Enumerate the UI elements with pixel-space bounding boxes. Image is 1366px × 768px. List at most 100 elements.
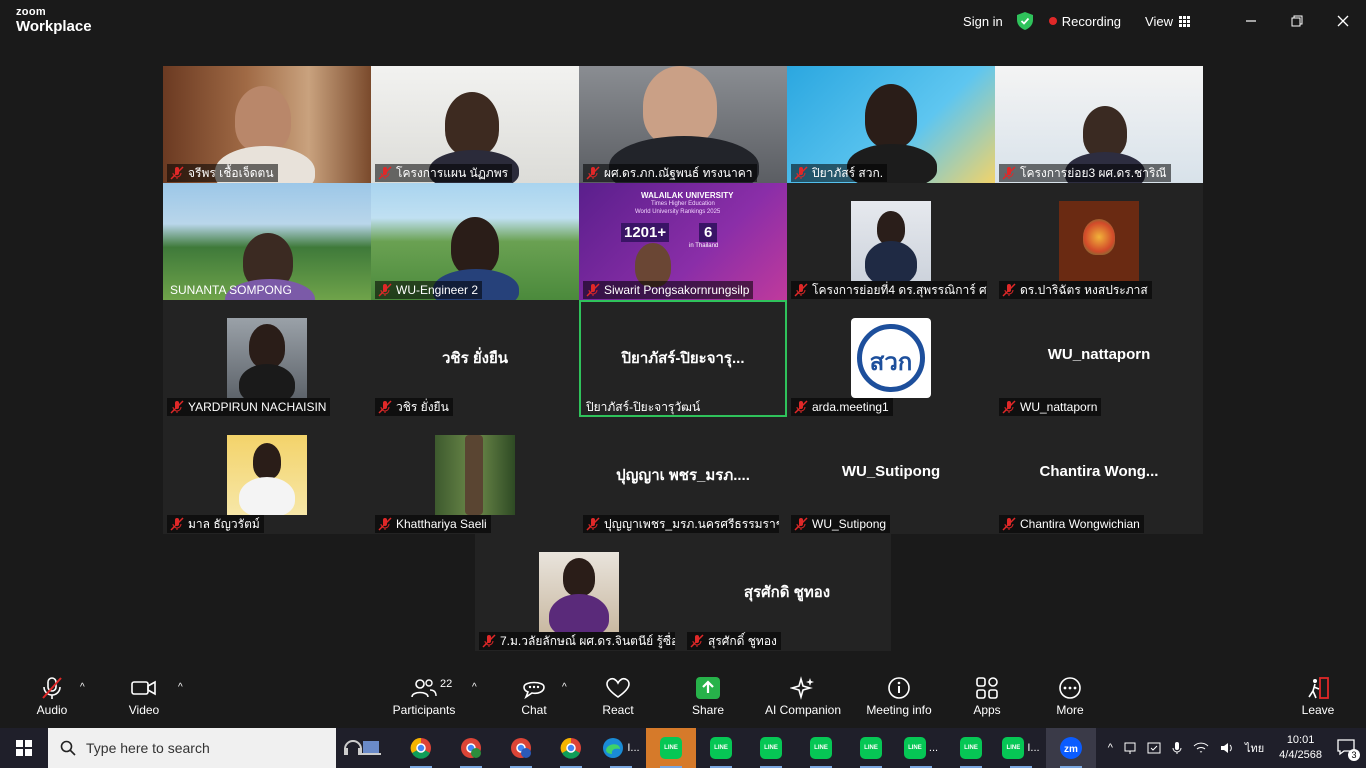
taskbar-line-3[interactable]: LINE xyxy=(746,728,796,768)
participant-tile[interactable]: 7.ม.วลัยลักษณ์ ผศ.ดร.จินตนีย์ รู้ซื่อ xyxy=(475,534,683,651)
taskbar-line-8-label: I... xyxy=(1027,742,1040,754)
notification-center[interactable]: 3 xyxy=(1336,738,1360,761)
mic-muted-icon xyxy=(794,166,808,180)
clock-time: 10:01 xyxy=(1286,734,1315,746)
participant-nameplate: จรีพร เชื้อเจ็ดตน xyxy=(167,164,278,182)
close-button[interactable] xyxy=(1320,0,1366,42)
participant-tile[interactable]: WU_Sutipong WU_Sutipong xyxy=(787,417,995,534)
taskbar-line-5[interactable]: LINE xyxy=(846,728,896,768)
react-button[interactable]: React xyxy=(578,676,658,717)
tray-mic-icon[interactable] xyxy=(1171,741,1183,755)
taskbar-line-8[interactable]: LINE I... xyxy=(996,728,1046,768)
ai-companion-label: AI Companion xyxy=(764,703,842,717)
line-app-icon: LINE xyxy=(860,737,882,759)
participants-button[interactable]: 22 Participants xyxy=(384,676,464,717)
taskbar-chrome[interactable] xyxy=(396,728,446,768)
participant-tile[interactable]: ผศ.ดร.ภก.ณัฐพนธ์ ทรงนาคา xyxy=(579,66,787,183)
minimize-button[interactable] xyxy=(1228,0,1274,42)
view-button[interactable]: View xyxy=(1145,14,1190,29)
chat-options-caret[interactable]: ^ xyxy=(562,682,567,693)
audio-options-caret[interactable]: ^ xyxy=(80,682,85,693)
grid-icon xyxy=(1179,15,1190,27)
mic-muted-icon xyxy=(794,517,808,531)
taskbar-line-6[interactable]: LINE... xyxy=(896,728,946,768)
participant-tile[interactable]: Khatthariya Saeli xyxy=(371,417,579,534)
taskbar-line-7[interactable]: LINE xyxy=(946,728,996,768)
tray-security-icon[interactable] xyxy=(1147,741,1161,755)
tray-chevron-up-icon[interactable]: ^ xyxy=(1108,742,1113,754)
participant-nameplate: Khatthariya Saeli xyxy=(375,515,491,533)
leave-label: Leave xyxy=(1301,703,1335,717)
start-button[interactable] xyxy=(0,728,48,768)
mic-muted-icon xyxy=(378,400,392,414)
participant-tile[interactable]: WU-Engineer 2 xyxy=(371,183,579,300)
participant-nameplate: มาล ธัญวรัตม์ xyxy=(167,515,264,533)
taskbar-zoom[interactable]: zm xyxy=(1046,728,1096,768)
meeting-info-button[interactable]: Meeting info xyxy=(859,676,939,717)
participant-tile[interactable]: YARDPIRUN NACHAISIN xyxy=(163,300,371,417)
leave-button[interactable]: Leave xyxy=(1278,676,1358,717)
taskbar-clock[interactable]: 10:01 4/4/2568 xyxy=(1279,733,1322,763)
more-button[interactable]: More xyxy=(1030,676,1110,717)
tray-language[interactable]: ไทย xyxy=(1245,739,1264,757)
participant-tile[interactable]: ปิยาภัสร์ สวก. xyxy=(787,66,995,183)
participant-tile[interactable]: WU_nattaporn WU_nattaporn xyxy=(995,300,1203,417)
taskbar-line-1[interactable]: LINE xyxy=(646,728,696,768)
participant-tile[interactable]: โครงการแผน นัฏภพร xyxy=(371,66,579,183)
taskbar-chrome-profile-rd[interactable] xyxy=(446,728,496,768)
line-app-icon: LINE xyxy=(1002,737,1025,759)
participant-tile[interactable]: โครงการย่อย3 ผศ.ดร.ชาริณี xyxy=(995,66,1203,183)
participant-name: Khatthariya Saeli xyxy=(396,517,487,531)
participant-name: WU-Engineer 2 xyxy=(396,283,479,297)
mic-muted-icon xyxy=(378,517,392,531)
participant-tile[interactable]: SUNANTA SOMPONG xyxy=(163,183,371,300)
mic-muted-icon xyxy=(1002,400,1016,414)
participant-tile[interactable]: Chantira Wong... Chantira Wongwichian xyxy=(995,417,1203,534)
profile-picture xyxy=(851,201,931,281)
logo-line1: zoom xyxy=(16,6,46,18)
tray-volume-icon[interactable] xyxy=(1219,741,1235,755)
participant-tile[interactable]: WALAILAK UNIVERSITY Times Higher Educati… xyxy=(579,183,787,300)
restore-button[interactable] xyxy=(1274,0,1320,42)
tray-network-device-icon[interactable] xyxy=(1123,741,1137,755)
participant-name: วชิร ยั่งยืน xyxy=(396,399,449,414)
participant-tile[interactable]: ปุญญาเ พชร_มรภ.... ปุญญาเพชร_มรภ.นครศรีธ… xyxy=(579,417,787,534)
participant-tile[interactable]: จรีพร เชื้อเจ็ดตน xyxy=(163,66,371,183)
taskbar-line-4[interactable]: LINE xyxy=(796,728,846,768)
apps-button[interactable]: Apps xyxy=(947,676,1027,717)
encryption-shield-icon[interactable] xyxy=(1016,12,1033,30)
participant-tile[interactable]: วชิร ยั่งยืน วชิร ยั่งยืน xyxy=(371,300,579,417)
recording-indicator[interactable]: Recording xyxy=(1048,14,1121,29)
participant-tile[interactable]: มาล ธัญวรัตม์ xyxy=(163,417,371,534)
participants-icon xyxy=(411,679,437,698)
tray-wifi-icon[interactable] xyxy=(1193,741,1209,755)
participant-tile[interactable]: สุรศักดิ ชูทอง สุรศักดิ์ ชูทอง xyxy=(683,534,891,651)
mic-muted-icon xyxy=(170,517,184,531)
taskbar-search[interactable]: Type here to search xyxy=(48,728,336,768)
restore-icon xyxy=(1291,15,1303,27)
line-app-icon: LINE xyxy=(903,737,926,759)
signin-link[interactable]: Sign in xyxy=(963,14,1003,29)
participant-name: WU_Sutipong xyxy=(812,517,887,531)
participant-tile[interactable]: สวก arda.meeting1 xyxy=(787,300,995,417)
banner-line1: WALAILAK UNIVERSITY xyxy=(641,191,734,200)
participant-nameplate: Chantira Wongwichian xyxy=(999,515,1144,533)
video-button[interactable]: Video xyxy=(104,676,184,717)
participant-tile[interactable]: โครงการย่อยที่4 ดร.สุพรรณิการ์ ศร... xyxy=(787,183,995,300)
taskbar-line-2[interactable]: LINE xyxy=(696,728,746,768)
ai-companion-button[interactable]: AI Companion xyxy=(758,676,848,717)
participants-options-caret[interactable]: ^ xyxy=(472,682,477,693)
taskbar-chrome-2[interactable] xyxy=(546,728,596,768)
share-button[interactable]: Share xyxy=(668,676,748,717)
taskbar-app-meet-now[interactable] xyxy=(338,728,388,768)
taskbar-chrome-profile-t[interactable] xyxy=(496,728,546,768)
mic-muted-icon xyxy=(794,283,808,297)
video-camera-icon xyxy=(131,680,156,696)
participant-tile[interactable]: ดร.ปาริฉัตร หงสประภาส xyxy=(995,183,1203,300)
video-options-caret[interactable]: ^ xyxy=(178,682,183,693)
system-tray: ^ ไทย 10:01 4/4/2568 3 xyxy=(1103,728,1366,768)
avatar-figure xyxy=(877,211,905,245)
participant-name: ผศ.ดร.ภก.ณัฐพนธ์ ทรงนาคา xyxy=(604,165,753,180)
active-speaker-tile[interactable]: ปิยาภัสร์-ปิยะจารุ... ปิยาภัสร์-ปิยะจารุ… xyxy=(579,300,787,417)
taskbar-edge[interactable]: I... xyxy=(596,728,646,768)
